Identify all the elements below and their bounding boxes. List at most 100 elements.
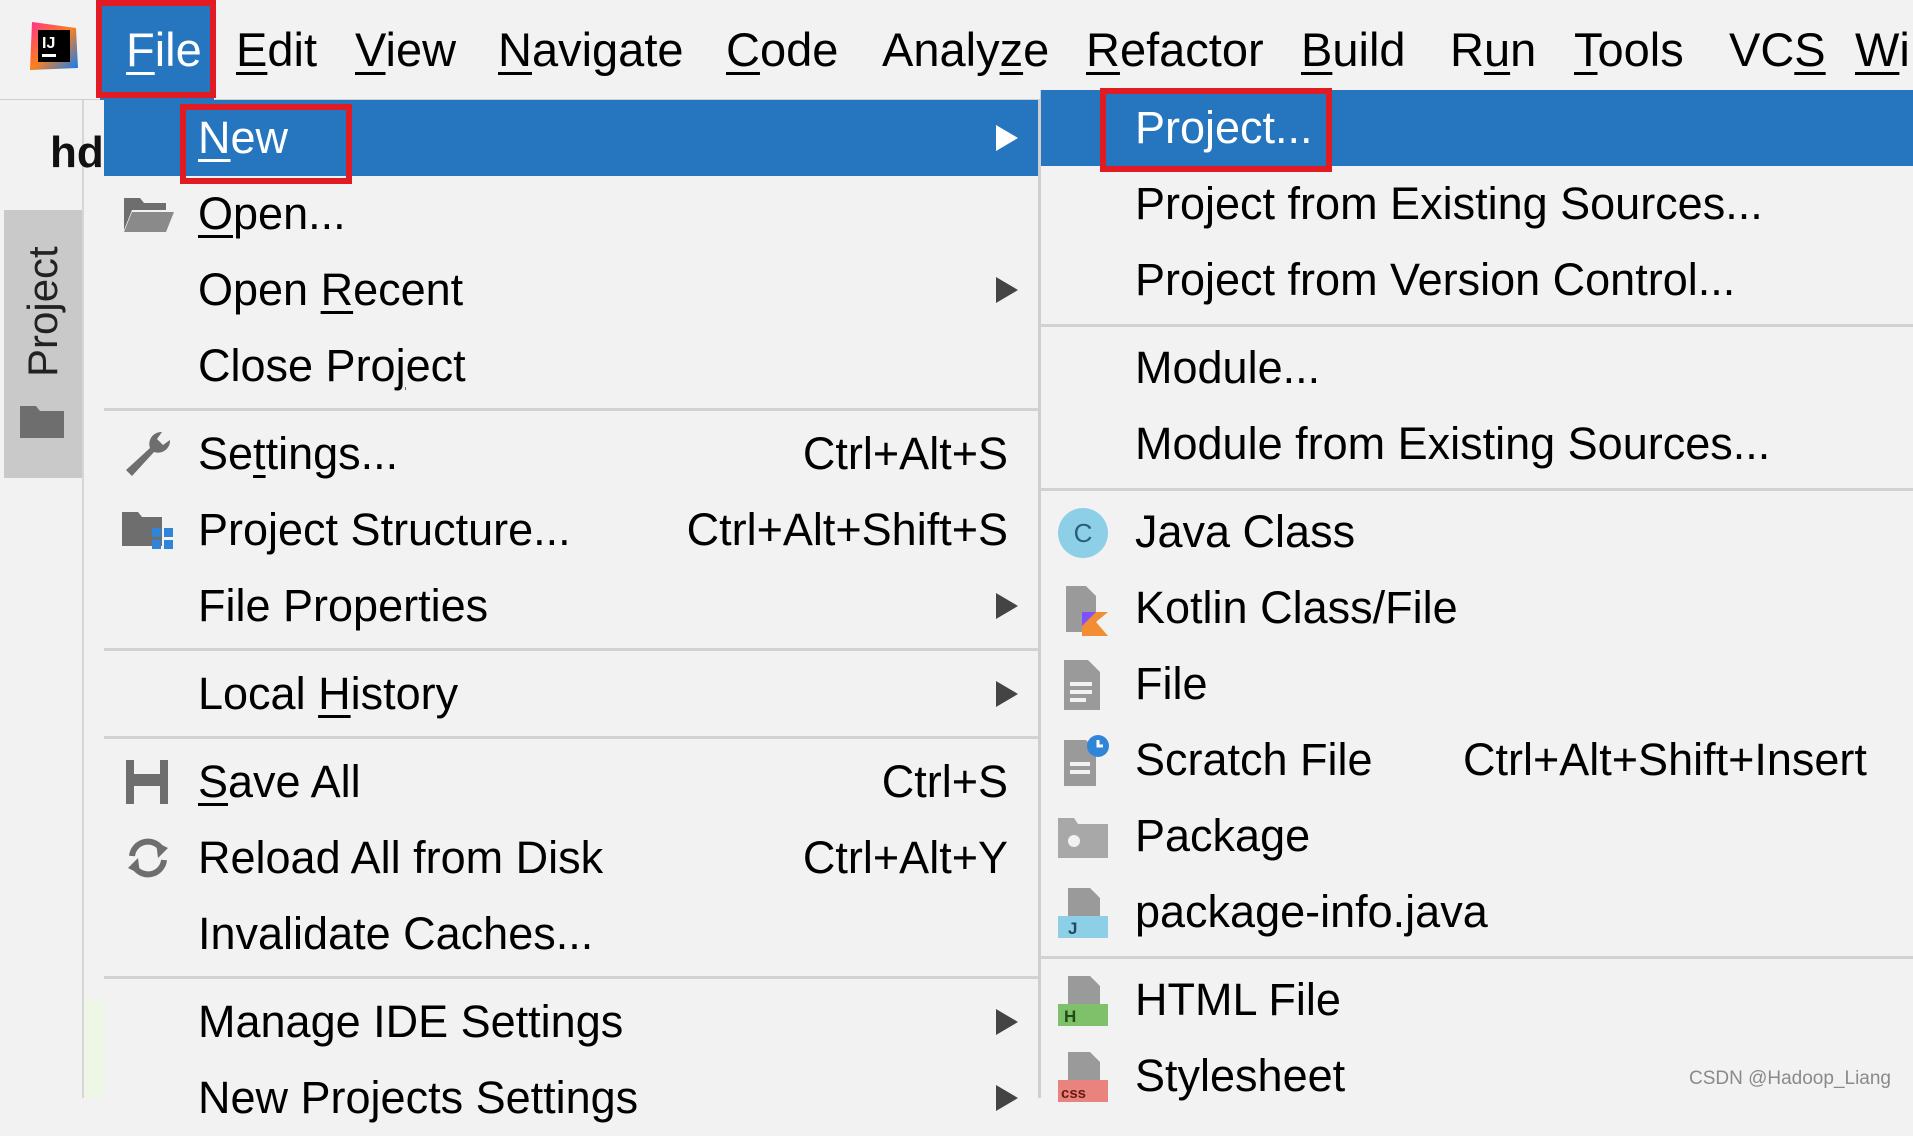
menu-vcs[interactable]: VCS <box>1729 0 1826 100</box>
menu-view[interactable]: View <box>355 0 456 100</box>
menu-item-save-all[interactable]: Save All Ctrl+S <box>104 744 1038 820</box>
shortcut-text: Ctrl+Alt+Y <box>802 832 1008 883</box>
menu-item-open-label: Open... <box>198 188 346 239</box>
menu-item-file-properties[interactable]: File Properties <box>104 568 1038 644</box>
menu-file[interactable]: File <box>100 0 214 100</box>
menu-item-html-file[interactable]: H HTML File <box>1041 962 1913 1038</box>
menu-item-project-from-existing-sources-label: Project from Existing Sources... <box>1135 178 1763 229</box>
new-submenu: Project... Project from Existing Sources… <box>1040 90 1913 1102</box>
submenu-arrow-icon <box>996 681 1018 707</box>
svg-text:css: css <box>1061 1085 1086 1102</box>
menu-item-invalidate-caches[interactable]: Invalidate Caches... <box>104 896 1038 972</box>
menu-item-reload-all[interactable]: Reload All from Disk Ctrl+Alt+Y <box>104 820 1038 896</box>
menu-item-reload-all-label: Reload All from Disk <box>198 832 604 883</box>
watermark: CSDN @Hadoop_Liang <box>1688 1068 1891 1089</box>
menu-item-project-structure[interactable]: Project Structure... Ctrl+Alt+Shift+S <box>104 492 1038 568</box>
menu-item-project-from-existing-sources[interactable]: Project from Existing Sources... <box>1041 166 1913 242</box>
shortcut-text: Ctrl+Alt+S <box>802 428 1008 479</box>
menu-analyze[interactable]: Analyze <box>882 0 1049 100</box>
menu-run[interactable]: Run <box>1450 0 1536 100</box>
menu-item-kotlin-class-file-label: Kotlin Class/File <box>1135 582 1458 633</box>
scratch-file-icon <box>1056 734 1110 788</box>
menu-item-project-from-version-control-label: Project from Version Control... <box>1135 254 1736 305</box>
submenu-arrow-icon <box>996 1085 1018 1111</box>
menu-item-module-label: Module... <box>1135 342 1321 393</box>
menu-refactor[interactable]: Refactor <box>1086 0 1264 100</box>
menu-item-java-class[interactable]: C Java Class <box>1041 494 1913 570</box>
menu-build[interactable]: Build <box>1301 0 1406 100</box>
menu-bar: IJ File Edit View Navigate Code Analyze … <box>0 0 1913 100</box>
menu-item-scratch-file-label: Scratch File <box>1135 734 1373 785</box>
submenu-arrow-icon <box>996 277 1018 303</box>
menu-item-project-from-version-control[interactable]: Project from Version Control... <box>1041 242 1913 318</box>
svg-text:C: C <box>1074 518 1093 548</box>
menu-item-open[interactable]: Open... <box>104 176 1038 252</box>
java-class-icon: C <box>1056 506 1110 560</box>
menu-item-settings[interactable]: Settings... Ctrl+Alt+S <box>104 416 1038 492</box>
menu-item-module-from-existing-sources[interactable]: Module from Existing Sources... <box>1041 406 1913 482</box>
menu-item-new[interactable]: New <box>104 100 1038 176</box>
menu-separator <box>1041 488 1913 491</box>
menu-window[interactable]: Wi <box>1855 0 1910 100</box>
project-structure-icon <box>122 506 174 554</box>
menu-item-open-recent[interactable]: Open Recent <box>104 252 1038 328</box>
package-folder-icon <box>1056 810 1110 864</box>
menu-separator <box>104 976 1038 979</box>
open-folder-icon <box>122 190 174 238</box>
menu-item-open-recent-label: Open Recent <box>198 264 464 315</box>
submenu-arrow-icon <box>996 125 1018 151</box>
package-info-java-icon: J <box>1056 886 1110 940</box>
menu-item-manage-ide-settings[interactable]: Manage IDE Settings <box>104 984 1038 1060</box>
folder-icon <box>20 402 64 438</box>
shortcut-text: Ctrl+S <box>881 756 1008 807</box>
editor-title: hd <box>50 128 104 177</box>
menu-item-scratch-file[interactable]: Scratch File Ctrl+Alt+Shift+Insert <box>1041 722 1913 798</box>
intellij-logo-icon[interactable]: IJ <box>26 18 82 74</box>
menu-item-package[interactable]: Package <box>1041 798 1913 874</box>
menu-item-save-all-label: Save All <box>198 756 361 807</box>
save-icon <box>122 758 174 806</box>
svg-text:H: H <box>1064 1007 1076 1026</box>
file-menu: New Open... Open Recent Close Project Se… <box>104 100 1040 1123</box>
menu-separator <box>1041 324 1913 327</box>
menu-item-stylesheet-label: Stylesheet <box>1135 1050 1346 1101</box>
text-file-icon <box>1056 658 1110 712</box>
menu-item-local-history[interactable]: Local History <box>104 656 1038 732</box>
menu-item-package-label: Package <box>1135 810 1311 861</box>
menu-item-new-projects-settings[interactable]: New Projects Settings <box>104 1060 1038 1136</box>
reload-icon <box>122 834 174 882</box>
menu-item-local-history-label: Local History <box>198 668 459 719</box>
menu-separator <box>1041 956 1913 959</box>
menu-item-new-projects-settings-label: New Projects Settings <box>198 1072 639 1123</box>
menu-item-project[interactable]: Project... <box>1041 90 1913 166</box>
menu-separator <box>104 736 1038 739</box>
menu-navigate[interactable]: Navigate <box>498 0 684 100</box>
menu-separator <box>104 648 1038 651</box>
css-file-icon: css <box>1056 1050 1110 1104</box>
project-tab-label: Project <box>19 246 66 378</box>
menu-item-module-from-existing-sources-label: Module from Existing Sources... <box>1135 418 1771 469</box>
shortcut-text: Ctrl+Alt+Shift+S <box>686 504 1008 555</box>
html-file-icon: H <box>1056 974 1110 1028</box>
shortcut-text: Ctrl+Alt+Shift+Insert <box>1463 734 1867 785</box>
menu-item-html-file-label: HTML File <box>1135 974 1341 1025</box>
menu-item-package-info-java-label: package-info.java <box>1135 886 1488 937</box>
menu-edit[interactable]: Edit <box>236 0 317 100</box>
menu-item-kotlin-class-file[interactable]: Kotlin Class/File <box>1041 570 1913 646</box>
menu-code[interactable]: Code <box>726 0 838 100</box>
menu-item-new-label: New <box>198 112 289 163</box>
menu-item-settings-label: Settings... <box>198 428 399 479</box>
menu-item-close-project-label: Close Project <box>198 340 466 391</box>
kotlin-file-icon <box>1056 582 1110 636</box>
submenu-arrow-icon <box>996 1009 1018 1035</box>
menu-item-manage-ide-settings-label: Manage IDE Settings <box>198 996 624 1047</box>
menu-item-package-info-java[interactable]: J package-info.java <box>1041 874 1913 950</box>
editor-gutter <box>84 1000 104 1098</box>
logo-text: IJ <box>42 35 55 52</box>
submenu-arrow-icon <box>996 593 1018 619</box>
menu-item-file-properties-label: File Properties <box>198 580 489 631</box>
menu-item-close-project[interactable]: Close Project <box>104 328 1038 404</box>
menu-item-file[interactable]: File <box>1041 646 1913 722</box>
menu-tools[interactable]: Tools <box>1574 0 1684 100</box>
menu-item-module[interactable]: Module... <box>1041 330 1913 406</box>
